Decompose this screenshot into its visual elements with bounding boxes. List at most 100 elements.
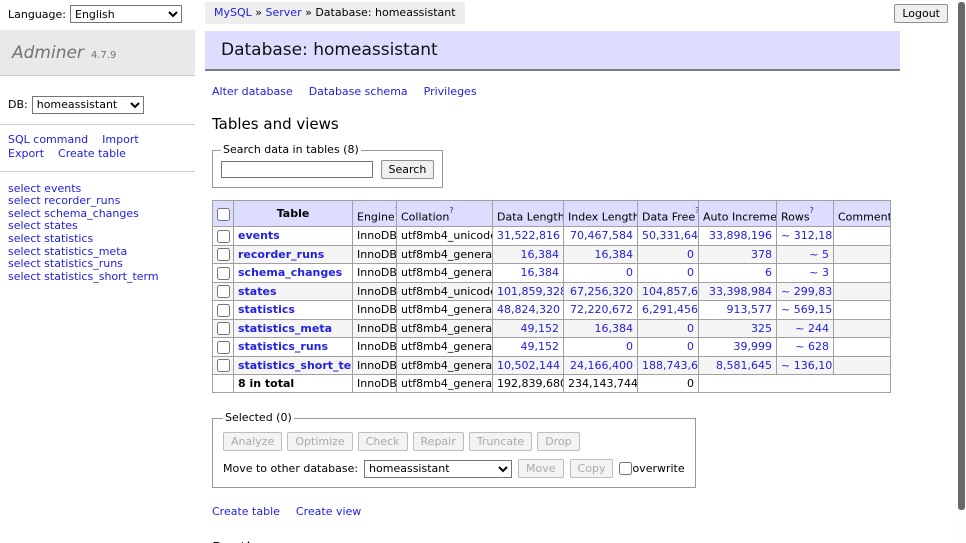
link-privileges[interactable]: Privileges — [424, 85, 477, 98]
data-length-value[interactable]: 49,152 — [521, 322, 560, 335]
table-link[interactable]: statistics_meta — [238, 322, 332, 335]
engine-cell: InnoDB — [353, 338, 397, 357]
auto-increment-value[interactable]: 378 — [751, 248, 772, 261]
table-link[interactable]: statistics_runs — [238, 340, 328, 353]
data-free-value[interactable]: 104,857,600 — [642, 285, 699, 298]
optimize-button[interactable]: Optimize — [287, 432, 352, 451]
search-fieldset: Search data in tables (8) Search — [212, 143, 443, 188]
data-length-value[interactable]: 16,384 — [521, 266, 560, 279]
data-free-value[interactable]: 6,291,456 — [642, 303, 698, 316]
help-link[interactable]: ? — [449, 205, 453, 214]
sidebar-select-statistics_short_term[interactable]: select statistics_short_term — [8, 271, 187, 284]
index-length-value[interactable]: 16,384 — [595, 322, 634, 335]
analyze-button[interactable]: Analyze — [223, 432, 282, 451]
breadcrumb-link[interactable]: MySQL — [214, 6, 252, 19]
db-select[interactable]: homeassistant — [32, 96, 144, 114]
row-checkbox[interactable] — [217, 304, 230, 317]
rows-value[interactable]: ~ 5 — [809, 248, 829, 261]
data-length-value[interactable]: 49,152 — [521, 340, 560, 353]
copy-button[interactable]: Copy — [570, 459, 614, 478]
index-length-value[interactable]: 72,220,672 — [570, 303, 633, 316]
move-database-select[interactable]: homeassistant — [364, 460, 512, 478]
tables-overview-table: TableEngine?Collation?Data Length?Index … — [212, 200, 891, 393]
data-free-value[interactable]: 50,331,648 — [642, 229, 699, 242]
link-database-schema[interactable]: Database schema — [309, 85, 408, 98]
data-length-value[interactable]: 31,522,816 — [497, 229, 560, 242]
data-free-value[interactable]: 0 — [687, 248, 694, 261]
data-length-value[interactable]: 10,502,144 — [497, 359, 560, 372]
auto-increment-value[interactable]: 325 — [751, 322, 772, 335]
data-length-value[interactable]: 48,824,320 — [497, 303, 560, 316]
vertical-scrollbar[interactable] — [957, 0, 966, 543]
data-length-value[interactable]: 16,384 — [521, 248, 560, 261]
sidebar-link-create-table[interactable]: Create table — [58, 147, 126, 160]
data-free-cell: 0 — [638, 264, 699, 283]
rows-value[interactable]: ~ 3 — [809, 266, 829, 279]
overwrite-checkbox[interactable] — [619, 462, 632, 475]
data-free-value[interactable]: 0 — [687, 322, 694, 335]
breadcrumb-link[interactable]: Server — [266, 6, 302, 19]
data-length-cell: 49,152 — [493, 338, 564, 357]
table-link[interactable]: states — [238, 285, 277, 298]
data-length-value[interactable]: 101,859,328 — [497, 285, 564, 298]
header-data-length: Data Length? — [493, 201, 564, 227]
search-button[interactable]: Search — [381, 160, 435, 179]
scrollbar-thumb[interactable] — [958, 2, 965, 510]
table-link[interactable]: recorder_runs — [238, 248, 324, 261]
link-alter-database[interactable]: Alter database — [212, 85, 293, 98]
index-length-value[interactable]: 24,166,400 — [570, 359, 633, 372]
auto-increment-value[interactable]: 39,999 — [734, 340, 773, 353]
sidebar-link-import[interactable]: Import — [102, 133, 139, 146]
auto-increment-value[interactable]: 33,898,196 — [709, 229, 772, 242]
row-checkbox[interactable] — [217, 267, 230, 280]
app-name[interactable]: Adminer — [12, 43, 84, 63]
row-checkbox[interactable] — [217, 285, 230, 298]
data-free-value[interactable]: 0 — [687, 266, 694, 279]
repair-button[interactable]: Repair — [413, 432, 464, 451]
rows-value[interactable]: ~ 628 — [795, 340, 829, 353]
help-link[interactable]: ? — [810, 205, 814, 214]
link-create-view[interactable]: Create view — [296, 505, 361, 518]
table-name-cell: statistics_runs — [234, 338, 353, 357]
sidebar-select-statistics[interactable]: select statistics — [8, 233, 187, 246]
auto-increment-value[interactable]: 6 — [765, 266, 772, 279]
rows-value[interactable]: ~ 299,833 — [781, 285, 834, 298]
index-length-value[interactable]: 0 — [626, 340, 633, 353]
data-free-value[interactable]: 188,743,680 — [642, 359, 699, 372]
rows-value[interactable]: ~ 569,159 — [781, 303, 834, 316]
auto-increment-value[interactable]: 33,398,984 — [709, 285, 772, 298]
table-link[interactable]: schema_changes — [238, 266, 342, 279]
sidebar-select-statistics_runs[interactable]: select statistics_runs — [8, 258, 187, 271]
auto-increment-value[interactable]: 8,581,645 — [716, 359, 772, 372]
row-checkbox[interactable] — [217, 230, 230, 243]
index-length-value[interactable]: 67,256,320 — [570, 285, 633, 298]
table-link[interactable]: events — [238, 229, 280, 242]
search-input[interactable] — [221, 161, 373, 178]
link-create-table[interactable]: Create table — [212, 505, 280, 518]
drop-button[interactable]: Drop — [537, 432, 579, 451]
row-checkbox[interactable] — [217, 341, 230, 354]
select-all-checkbox[interactable] — [217, 208, 230, 221]
sidebar-link-sql-command[interactable]: SQL command — [8, 133, 88, 146]
index-length-value[interactable]: 16,384 — [595, 248, 634, 261]
check-button[interactable]: Check — [358, 432, 408, 451]
index-length-value[interactable]: 70,467,584 — [570, 229, 633, 242]
rows-value[interactable]: ~ 312,180 — [781, 229, 834, 242]
rows-value[interactable]: ~ 136,108 — [781, 359, 834, 372]
auto-increment-value[interactable]: 913,577 — [727, 303, 773, 316]
page-title: Database: homeassistant — [205, 31, 900, 71]
data-free-value[interactable]: 0 — [687, 340, 694, 353]
row-checkbox[interactable] — [217, 322, 230, 335]
sidebar-select-recorder_runs[interactable]: select recorder_runs — [8, 195, 187, 208]
row-checkbox[interactable] — [217, 248, 230, 261]
move-button[interactable]: Move — [518, 459, 564, 478]
row-checkbox[interactable] — [217, 359, 230, 372]
rows-value[interactable]: ~ 244 — [795, 322, 829, 335]
table-link[interactable]: statistics — [238, 303, 295, 316]
truncate-button[interactable]: Truncate — [469, 432, 532, 451]
sidebar-link-export[interactable]: Export — [8, 147, 44, 160]
index-length-value[interactable]: 0 — [626, 266, 633, 279]
help-link[interactable]: ? — [695, 205, 698, 214]
table-link[interactable]: statistics_short_term — [238, 359, 353, 372]
language-select[interactable]: English — [70, 5, 182, 23]
